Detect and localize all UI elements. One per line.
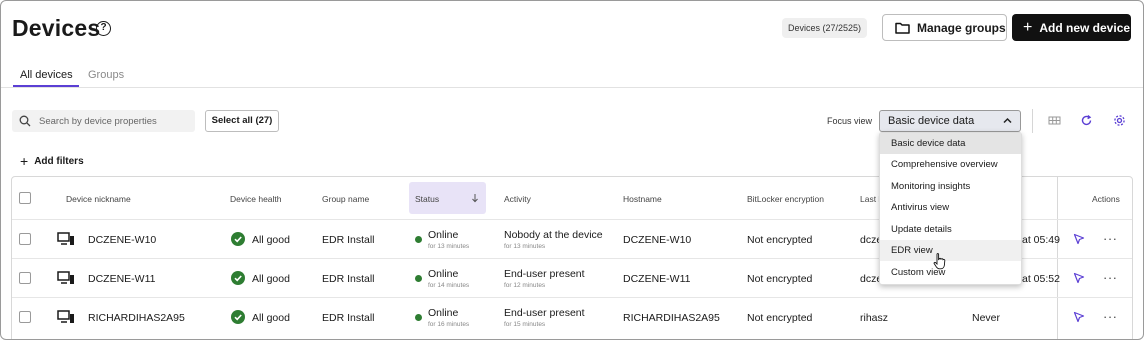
last-user: rihasz: [860, 312, 889, 324]
device-nickname[interactable]: RICHARDIHAS2A95: [88, 312, 185, 324]
refresh-icon[interactable]: [1080, 114, 1093, 127]
last-seen: Never: [972, 312, 1001, 324]
focus-view-select[interactable]: Basic device data: [879, 110, 1021, 132]
columns-icon[interactable]: [1048, 114, 1061, 127]
bitlocker-status: Not encrypted: [747, 273, 813, 285]
tab-groups[interactable]: Groups: [88, 69, 124, 81]
column-header-actions: Actions: [1092, 194, 1120, 204]
status-online-dot: [415, 236, 422, 243]
bitlocker-status: Not encrypted: [747, 312, 813, 324]
remote-pointer-icon[interactable]: [1073, 233, 1085, 245]
row-divider: [12, 297, 1132, 298]
row-checkbox[interactable]: [19, 233, 31, 245]
folder-icon: [895, 22, 910, 34]
status-duration: for 16 minutes: [428, 321, 470, 328]
manage-groups-label: Manage groups: [917, 20, 1006, 35]
device-health: All good: [252, 312, 290, 324]
hostname: DCZENE-W11: [623, 273, 691, 285]
chevron-up-icon: [1003, 117, 1012, 124]
computer-icon: [57, 271, 74, 284]
device-health: All good: [252, 273, 290, 285]
option-update-details[interactable]: Update details: [880, 219, 1021, 240]
row-checkbox[interactable]: [19, 311, 31, 323]
group-name: EDR Install: [322, 234, 375, 246]
tabs-divider: [1, 87, 1143, 88]
device-health: All good: [252, 234, 290, 246]
search-input[interactable]: [39, 115, 189, 127]
column-header-group[interactable]: Group name: [322, 194, 369, 204]
option-antivirus-view[interactable]: Antivirus view: [880, 197, 1021, 218]
computer-icon: [57, 310, 74, 323]
activity-text: End-user present: [504, 307, 585, 319]
column-header-last-user[interactable]: Last l: [860, 194, 880, 204]
add-new-device-label: Add new device: [1039, 20, 1131, 35]
row-checkbox[interactable]: [19, 272, 31, 284]
status-text: Online: [428, 307, 459, 319]
help-icon[interactable]: ?: [96, 21, 111, 36]
more-options-icon[interactable]: ···: [1103, 231, 1118, 246]
manage-groups-button[interactable]: Manage groups: [882, 14, 1007, 41]
hostname: DCZENE-W10: [623, 234, 692, 246]
check-circle-icon: [231, 232, 245, 246]
check-circle-icon: [231, 271, 245, 285]
page-title: Devices: [12, 15, 101, 41]
settings-icon[interactable]: [1113, 114, 1126, 127]
last-seen: at 05:52: [1022, 273, 1060, 285]
column-header-hostname[interactable]: Hostname: [623, 194, 662, 204]
select-all-checkbox[interactable]: [19, 192, 31, 204]
focus-view-dropdown: Basic device data Comprehensive overview…: [879, 132, 1022, 285]
device-nickname[interactable]: DCZENE-W10: [88, 234, 156, 246]
more-options-icon[interactable]: ···: [1103, 270, 1118, 285]
toolbar-separator: [1032, 109, 1033, 133]
column-header-nickname[interactable]: Device nickname: [66, 194, 131, 204]
option-comprehensive-overview[interactable]: Comprehensive overview: [880, 154, 1021, 175]
column-header-status[interactable]: Status: [415, 194, 439, 204]
device-nickname[interactable]: DCZENE-W11: [88, 273, 155, 285]
add-filters-label: Add filters: [34, 155, 84, 167]
add-filters-button[interactable]: + Add filters: [20, 153, 84, 169]
remote-pointer-icon[interactable]: [1073, 311, 1085, 323]
status-duration: for 14 minutes: [428, 282, 470, 289]
search-box[interactable]: [12, 110, 195, 132]
option-custom-view[interactable]: Custom view: [880, 262, 1021, 283]
plus-icon: +: [20, 153, 29, 169]
more-options-icon[interactable]: ···: [1103, 309, 1118, 324]
activity-duration: for 12 minutes: [504, 282, 546, 289]
select-all-button[interactable]: Select all (27): [205, 110, 279, 132]
tab-all-devices[interactable]: All devices: [20, 69, 73, 81]
group-name: EDR Install: [322, 312, 375, 324]
hostname: RICHARDIHAS2A95: [623, 312, 720, 324]
column-header-health[interactable]: Device health: [230, 194, 282, 204]
option-edr-view[interactable]: EDR view: [880, 240, 1021, 261]
option-monitoring-insights[interactable]: Monitoring insights: [880, 176, 1021, 197]
bitlocker-status: Not encrypted: [747, 234, 813, 246]
status-online-dot: [415, 314, 422, 321]
check-circle-icon: [231, 310, 245, 324]
option-basic-device-data[interactable]: Basic device data: [880, 133, 1021, 154]
status-duration: for 13 minutes: [428, 243, 470, 250]
activity-text: Nobody at the device: [504, 229, 603, 241]
last-seen: at 05:49: [1022, 234, 1060, 246]
activity-duration: for 15 minutes: [504, 321, 546, 328]
plus-icon: +: [1023, 18, 1033, 36]
devices-page: Devices ? Devices (27/2525) Manage group…: [0, 0, 1144, 340]
status-online-dot: [415, 275, 422, 282]
search-icon: [19, 115, 31, 127]
sort-arrow-down-icon[interactable]: [471, 193, 479, 203]
device-count-badge: Devices (27/2525): [782, 18, 868, 38]
status-text: Online: [428, 229, 459, 241]
hand-cursor-icon: [933, 253, 946, 270]
activity-text: End-user present: [504, 268, 585, 280]
remote-pointer-icon[interactable]: [1073, 272, 1085, 284]
status-text: Online: [428, 268, 459, 280]
add-new-device-button[interactable]: + Add new device: [1012, 14, 1131, 41]
focus-view-label: Focus view: [827, 116, 873, 126]
computer-icon: [57, 232, 74, 245]
column-header-bitlocker[interactable]: BitLocker encryption: [747, 194, 824, 204]
column-header-activity[interactable]: Activity: [504, 194, 531, 204]
group-name: EDR Install: [322, 273, 375, 285]
activity-duration: for 13 minutes: [504, 243, 546, 250]
focus-view-value: Basic device data: [888, 115, 975, 127]
